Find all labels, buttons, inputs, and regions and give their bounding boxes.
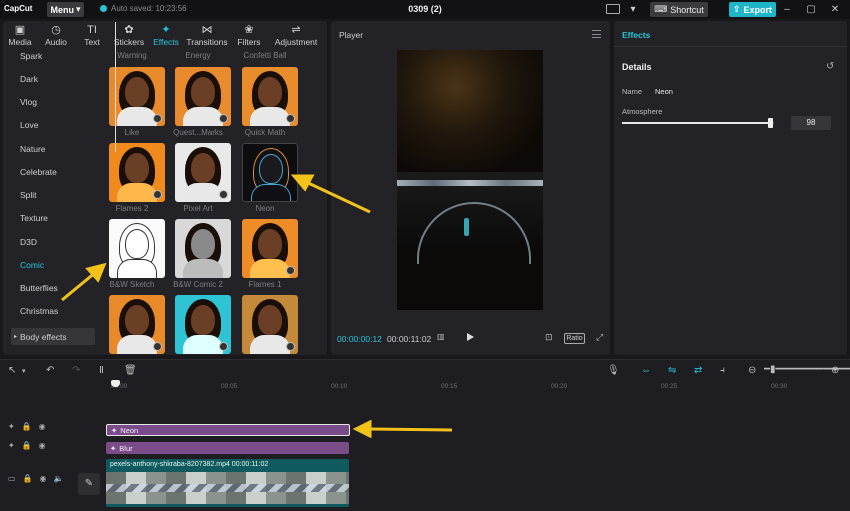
arrowhead [352, 419, 372, 439]
arrow-line [367, 427, 453, 432]
arrow-to-bw-sketch-thumb [61, 262, 107, 302]
arrow-to-neon-clip [352, 419, 453, 439]
arrow-line [61, 270, 97, 302]
arrow-to-neon-thumb [290, 174, 371, 214]
arrow-line [303, 179, 371, 214]
arrowhead [290, 174, 315, 192]
annotation-arrows [61, 174, 453, 439]
capcut-app: CapCut Menu ▾ Auto saved: 10:23:56 0309 … [0, 0, 850, 511]
